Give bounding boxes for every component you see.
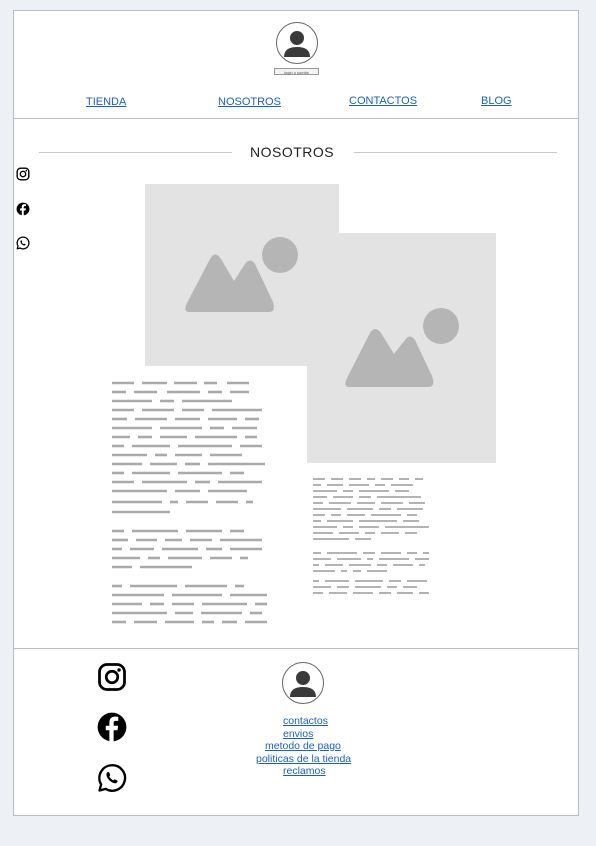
title-divider-right xyxy=(354,152,557,153)
whatsapp-icon[interactable] xyxy=(16,236,30,250)
footer-link-envios[interactable]: envios xyxy=(283,728,313,740)
nav-nosotros[interactable]: NOSOTROS xyxy=(218,96,281,108)
footer-link-politicas[interactable]: politicas de la tienda xyxy=(256,753,351,765)
image-placeholder-2 xyxy=(307,233,496,463)
site-header: login o sumite TIENDA NOSOTROS CONTACTOS… xyxy=(14,11,578,119)
footer-link-metodo-de-pago[interactable]: metodo de pago xyxy=(265,740,341,752)
login-button[interactable]: login o sumite xyxy=(274,68,319,75)
whatsapp-icon[interactable] xyxy=(97,763,127,793)
text-placeholder xyxy=(313,478,429,594)
footer-link-reclamos[interactable]: reclamos xyxy=(283,765,326,777)
footer-avatar xyxy=(282,662,324,704)
footer-link-contactos[interactable]: contactos xyxy=(283,715,328,727)
text-block-left xyxy=(112,381,272,631)
section-title: NOSOTROS xyxy=(250,144,335,160)
nav-blog[interactable]: BLOG xyxy=(481,95,512,107)
facebook-icon[interactable] xyxy=(16,202,30,216)
image-icon xyxy=(345,308,459,387)
instagram-icon[interactable] xyxy=(97,662,127,692)
user-avatar[interactable] xyxy=(276,22,318,64)
site-footer: contactos envios metodo de pago politica… xyxy=(14,648,578,816)
nav-tienda[interactable]: TIENDA xyxy=(86,96,126,108)
title-divider-left xyxy=(39,152,232,153)
nav-contactos[interactable]: CONTACTOS xyxy=(349,95,417,107)
text-placeholder xyxy=(112,381,267,624)
instagram-icon[interactable] xyxy=(16,167,30,181)
page-frame: login o sumite TIENDA NOSOTROS CONTACTOS… xyxy=(13,10,579,816)
text-block-right xyxy=(313,477,433,602)
facebook-icon[interactable] xyxy=(97,712,127,742)
section-header: NOSOTROS xyxy=(14,143,578,163)
